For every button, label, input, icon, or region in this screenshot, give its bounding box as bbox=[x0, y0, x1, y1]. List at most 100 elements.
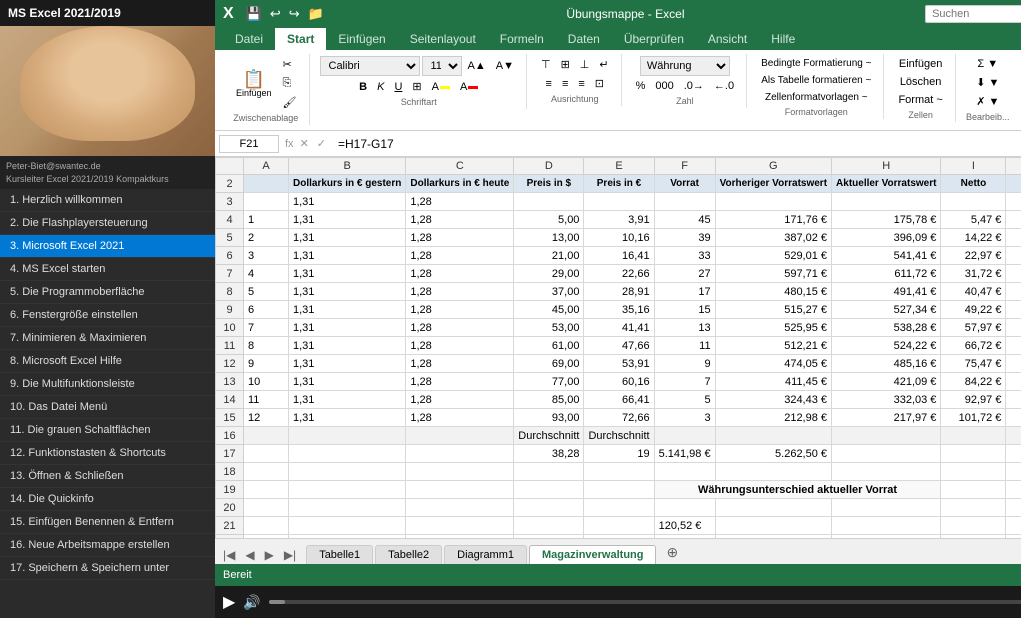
cell-A20[interactable] bbox=[244, 499, 289, 517]
align-top-button[interactable]: ⊤ bbox=[537, 56, 555, 73]
cell-C16[interactable] bbox=[406, 427, 514, 445]
cell-J16[interactable] bbox=[1006, 427, 1021, 445]
font-family-select[interactable]: Calibri bbox=[320, 56, 420, 76]
cell-J17[interactable] bbox=[1006, 445, 1021, 463]
cell-styles-button[interactable]: Zellenformatvorlagen ~ bbox=[761, 90, 872, 105]
clear-button[interactable]: ✗ ▼ bbox=[972, 93, 1003, 110]
cell-D17[interactable]: 38,28 bbox=[514, 445, 584, 463]
cell-A17[interactable] bbox=[244, 445, 289, 463]
cell-H12[interactable]: 485,16 € bbox=[832, 355, 941, 373]
cell-G21[interactable] bbox=[715, 517, 831, 535]
sheet-nav-first[interactable]: |◀ bbox=[219, 546, 239, 564]
copy-button[interactable]: ⎘ bbox=[279, 75, 301, 92]
cell-J10[interactable]: 11,01 € bbox=[1006, 319, 1021, 337]
cell-E4[interactable]: 3,91 bbox=[584, 211, 654, 229]
cell-J4[interactable]: 1,04 € bbox=[1006, 211, 1021, 229]
cell-D21[interactable] bbox=[514, 517, 584, 535]
sheet-nav-prev[interactable]: ◀ bbox=[241, 546, 258, 564]
sidebar-item-17[interactable]: 17. Speichern & Speichern unter bbox=[0, 557, 215, 580]
cell-E2[interactable]: Preis in € bbox=[584, 175, 654, 193]
cell-A15[interactable]: 12 bbox=[244, 409, 289, 427]
cell-F15[interactable]: 3 bbox=[654, 409, 715, 427]
sidebar-item-9[interactable]: 9. Die Multifunktionsleiste bbox=[0, 373, 215, 396]
bold-button[interactable]: B bbox=[355, 79, 371, 95]
cell-E11[interactable]: 47,66 bbox=[584, 337, 654, 355]
align-middle-button[interactable]: ⊞ bbox=[557, 56, 574, 73]
sheet-nav-last[interactable]: ▶| bbox=[280, 546, 300, 564]
cell-G10[interactable]: 525,95 € bbox=[715, 319, 831, 337]
fill-button[interactable]: ⬇ ▼ bbox=[972, 74, 1003, 91]
cell-F18[interactable] bbox=[654, 463, 715, 481]
cell-J2[interactable]: MwSt bbox=[1006, 175, 1021, 193]
add-sheet-button[interactable]: ⊕ bbox=[658, 541, 686, 564]
cell-D13[interactable]: 77,00 bbox=[514, 373, 584, 391]
cell-D6[interactable]: 21,00 bbox=[514, 247, 584, 265]
format-painter-button[interactable]: 🖌 bbox=[279, 94, 301, 111]
cell-D19[interactable] bbox=[514, 481, 584, 499]
cell-A14[interactable]: 11 bbox=[244, 391, 289, 409]
cell-B7[interactable]: 1,31 bbox=[289, 265, 406, 283]
cell-H13[interactable]: 421,09 € bbox=[832, 373, 941, 391]
cell-A12[interactable]: 9 bbox=[244, 355, 289, 373]
increase-decimal-button[interactable]: .0→ bbox=[680, 78, 708, 94]
ribbon-tab-formeln[interactable]: Formeln bbox=[488, 28, 556, 50]
cell-G13[interactable]: 411,45 € bbox=[715, 373, 831, 391]
cell-H11[interactable]: 524,22 € bbox=[832, 337, 941, 355]
align-bottom-button[interactable]: ⊥ bbox=[576, 56, 594, 73]
cell-F16[interactable] bbox=[654, 427, 715, 445]
wrap-text-button[interactable]: ↵ bbox=[595, 56, 612, 73]
cell-E12[interactable]: 53,91 bbox=[584, 355, 654, 373]
sheet-tab-tabelle1[interactable]: Tabelle1 bbox=[306, 545, 373, 564]
cell-A2[interactable] bbox=[244, 175, 289, 193]
formula-input[interactable]: =H17-G17 bbox=[334, 135, 1021, 153]
cell-D11[interactable]: 61,00 bbox=[514, 337, 584, 355]
cell-I10[interactable]: 57,97 € bbox=[941, 319, 1006, 337]
cell-B6[interactable]: 1,31 bbox=[289, 247, 406, 265]
ribbon-tab-seitenlayout[interactable]: Seitenlayout bbox=[398, 28, 488, 50]
cell-I3[interactable] bbox=[941, 193, 1006, 211]
cell-G5[interactable]: 387,02 € bbox=[715, 229, 831, 247]
sidebar-item-12[interactable]: 12. Funktionstasten & Shortcuts bbox=[0, 442, 215, 465]
cell-J6[interactable]: 4,36 € bbox=[1006, 247, 1021, 265]
cell-A3[interactable] bbox=[244, 193, 289, 211]
cell-D3[interactable] bbox=[514, 193, 584, 211]
cell-D18[interactable] bbox=[514, 463, 584, 481]
cell-J12[interactable]: 14,34 € bbox=[1006, 355, 1021, 373]
cell-H16[interactable] bbox=[832, 427, 941, 445]
cell-I13[interactable]: 84,22 € bbox=[941, 373, 1006, 391]
cell-E9[interactable]: 35,16 bbox=[584, 301, 654, 319]
cell-I14[interactable]: 92,97 € bbox=[941, 391, 1006, 409]
cell-B5[interactable]: 1,31 bbox=[289, 229, 406, 247]
cell-H14[interactable]: 332,03 € bbox=[832, 391, 941, 409]
cell-F11[interactable]: 11 bbox=[654, 337, 715, 355]
cell-C4[interactable]: 1,28 bbox=[406, 211, 514, 229]
cell-G6[interactable]: 529,01 € bbox=[715, 247, 831, 265]
cell-A4[interactable]: 1 bbox=[244, 211, 289, 229]
cell-B11[interactable]: 1,31 bbox=[289, 337, 406, 355]
decrease-decimal-button[interactable]: ←.0 bbox=[710, 78, 738, 94]
cell-C9[interactable]: 1,28 bbox=[406, 301, 514, 319]
cell-B21[interactable] bbox=[289, 517, 406, 535]
cell-F19[interactable]: Währungsunterschied aktueller Vorrat bbox=[654, 481, 941, 499]
sheet-tab-diagramm1[interactable]: Diagramm1 bbox=[444, 545, 527, 564]
cell-B13[interactable]: 1,31 bbox=[289, 373, 406, 391]
cell-A10[interactable]: 7 bbox=[244, 319, 289, 337]
cell-I8[interactable]: 40,47 € bbox=[941, 283, 1006, 301]
cell-A11[interactable]: 8 bbox=[244, 337, 289, 355]
cell-F7[interactable]: 27 bbox=[654, 265, 715, 283]
cell-D2[interactable]: Preis in $ bbox=[514, 175, 584, 193]
cell-H6[interactable]: 541,41 € bbox=[832, 247, 941, 265]
cell-A5[interactable]: 2 bbox=[244, 229, 289, 247]
sheet-nav-next[interactable]: ▶ bbox=[261, 546, 278, 564]
autosum-button[interactable]: Σ ▼ bbox=[973, 56, 1002, 72]
sidebar-item-2[interactable]: 2. Die Flashplayersteuerung bbox=[0, 212, 215, 235]
cell-C20[interactable] bbox=[406, 499, 514, 517]
cell-J14[interactable]: 17,66 € bbox=[1006, 391, 1021, 409]
insert-cells-button[interactable]: Einfügen bbox=[895, 56, 946, 72]
sheet-tab-magazinverwaltung[interactable]: Magazinverwaltung bbox=[529, 545, 656, 564]
sidebar-item-5[interactable]: 5. Die Programmoberfläche bbox=[0, 281, 215, 304]
cell-H20[interactable] bbox=[832, 499, 941, 517]
cell-H19[interactable] bbox=[1006, 481, 1021, 499]
cell-D12[interactable]: 69,00 bbox=[514, 355, 584, 373]
cut-button[interactable]: ✂ bbox=[279, 56, 301, 73]
